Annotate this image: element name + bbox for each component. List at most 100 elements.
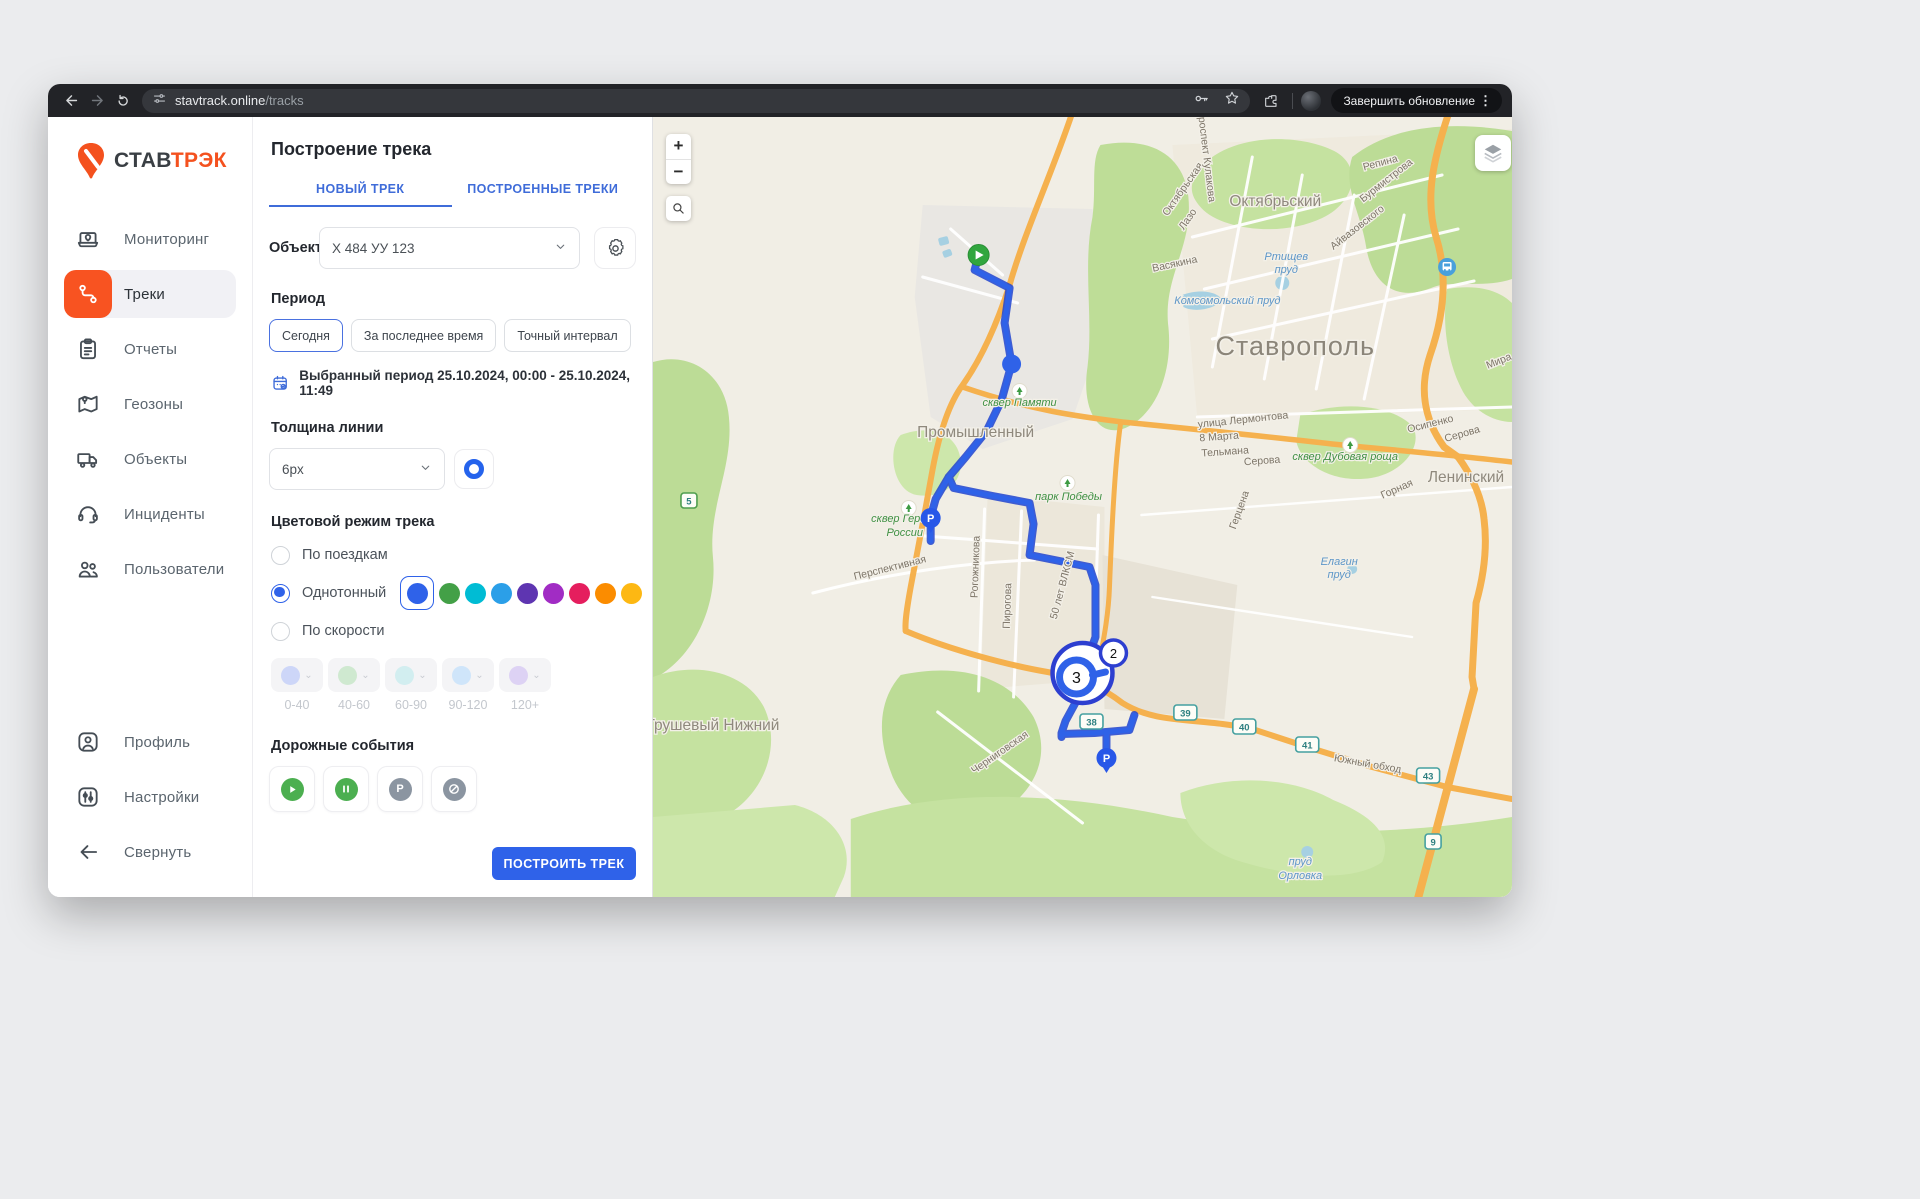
map-label: Грушевый Нижний [653,717,779,734]
tab-new-track[interactable]: НОВЫЙ ТРЕК [269,174,452,207]
parking-icon: P [389,778,412,801]
play-icon [281,778,304,801]
url-text[interactable]: stavtrack.online/tracks [175,93,304,108]
speed-color-chip[interactable]: ⌄ [442,658,494,692]
color-swatch[interactable] [465,583,486,604]
track-color-button[interactable] [454,449,494,489]
tracks-route-icon [64,270,112,318]
page-title: Построение трека [271,139,636,160]
svg-text:39: 39 [1180,708,1191,719]
road-shield: 9 [1425,834,1441,849]
color-palette [400,576,642,610]
map[interactable]: СтавропольОктябрьскийПромышленныйГрушевы… [653,117,1512,897]
profile-avatar[interactable] [1301,91,1321,111]
event-parking-button[interactable]: P [377,766,423,812]
speed-range-label: 90-120 [442,698,494,712]
road-events-row: P [269,766,636,812]
svg-text:5: 5 [686,496,692,507]
map-label: парк Победы [1035,491,1102,503]
radio-solid[interactable] [271,584,290,603]
pause-icon [335,778,358,801]
sidebar-item-reports[interactable]: Отчеты [48,325,252,373]
speed-color-chip[interactable]: ⌄ [328,658,380,692]
sidebar-item-objects[interactable]: Объекты [48,435,252,483]
sidebar-collapse-button[interactable]: Свернуть [48,828,252,876]
gear-icon [605,238,626,259]
color-swatch[interactable] [543,583,564,604]
color-mode-speed[interactable]: По скорости [271,612,636,650]
sidebar: СТАВТРЭК Мониторинг Треки Отчеты [48,117,253,897]
line-width-select[interactable]: 6px [269,448,445,490]
color-swatch[interactable] [517,583,538,604]
color-swatch[interactable] [569,583,590,604]
build-track-button[interactable]: ПОСТРОИТЬ ТРЕК [492,847,636,880]
map-layers-button[interactable] [1475,135,1511,171]
color-swatch-selected[interactable] [400,576,434,610]
map-search-button[interactable] [666,196,691,221]
svg-text:40: 40 [1239,722,1250,733]
zoom-in-button[interactable]: + [666,134,691,159]
svg-text:P: P [1103,753,1110,765]
speed-color-chip[interactable]: ⌄ [385,658,437,692]
sidebar-item-tracks[interactable]: Треки [48,270,252,318]
event-ban-button[interactable] [431,766,477,812]
road-shield: 41 [1296,737,1319,752]
sidebar-item-settings[interactable]: Настройки [48,773,252,821]
speed-color-chip[interactable]: ⌄ [271,658,323,692]
ban-icon [443,778,466,801]
object-select[interactable]: Х 484 УУ 123 [319,227,580,269]
map-canvas[interactable]: СтавропольОктябрьскийПромышленныйГрушевы… [653,117,1512,897]
color-swatch[interactable] [407,583,428,604]
color-swatch[interactable] [439,583,460,604]
color-swatch[interactable] [491,583,512,604]
site-settings-icon[interactable] [152,91,167,111]
collapse-arrow-icon [64,828,112,876]
period-options: Сегодня За последнее время Точный интерв… [269,319,636,352]
sidebar-item-users[interactable]: Пользователи [48,545,252,593]
tab-built-tracks[interactable]: ПОСТРОЕННЫЕ ТРЕКИ [452,174,635,207]
object-settings-button[interactable] [594,227,636,269]
event-stop-button[interactable] [323,766,369,812]
browser-menu-icon[interactable]: ⋮ [1475,93,1496,109]
finish-update-button[interactable]: Завершить обновление ⋮ [1331,88,1502,113]
tabs-bar: НОВЫЙ ТРЕК ПОСТРОЕННЫЕ ТРЕКИ [269,174,634,207]
color-swatch[interactable] [595,583,616,604]
speed-color-chip[interactable]: ⌄ [499,658,551,692]
event-start-button[interactable] [269,766,315,812]
period-recent-button[interactable]: За последнее время [351,319,496,352]
bookmark-star-icon[interactable] [1224,90,1240,111]
layers-icon [1482,142,1504,164]
object-label: Объект [269,240,317,256]
cluster-count-large: 3 [1072,670,1081,687]
forward-button[interactable] [84,88,110,114]
sidebar-item-incidents[interactable]: Инциденты [48,490,252,538]
monitoring-icon [64,215,112,263]
color-mode-label: Цветовой режим трека [271,514,636,530]
line-width-label: Толщина линии [271,420,636,436]
color-mode-solid[interactable]: Однотонный [271,574,636,612]
speed-range-label: 0-40 [271,698,323,712]
calendar-icon [271,373,289,393]
sidebar-item-monitoring[interactable]: Мониторинг [48,215,252,263]
search-icon [672,202,685,215]
sidebar-item-profile[interactable]: Профиль [48,718,252,766]
track-start-marker[interactable] [968,245,989,266]
settings-sliders-icon [64,773,112,821]
map-label: Рогожникова [970,535,983,598]
back-button[interactable] [58,88,84,114]
period-exact-button[interactable]: Точный интервал [504,319,630,352]
zoom-out-button[interactable]: − [666,159,691,185]
bus-stop-icon [1438,258,1456,276]
sidebar-item-geozones[interactable]: Геозоны [48,380,252,428]
period-today-button[interactable]: Сегодня [269,319,343,352]
radio-trips[interactable] [271,546,290,565]
passwords-key-icon[interactable] [1193,90,1210,112]
reload-button[interactable] [110,88,136,114]
color-mode-trips[interactable]: По поездкам [271,536,636,574]
extensions-icon[interactable] [1258,88,1284,114]
radio-speed[interactable] [271,622,290,641]
address-bar[interactable]: stavtrack.online/tracks [142,89,1250,113]
color-swatch[interactable] [621,583,642,604]
track-waypoint-dot[interactable] [1002,355,1021,374]
map-label: Пирогова [1002,583,1015,629]
